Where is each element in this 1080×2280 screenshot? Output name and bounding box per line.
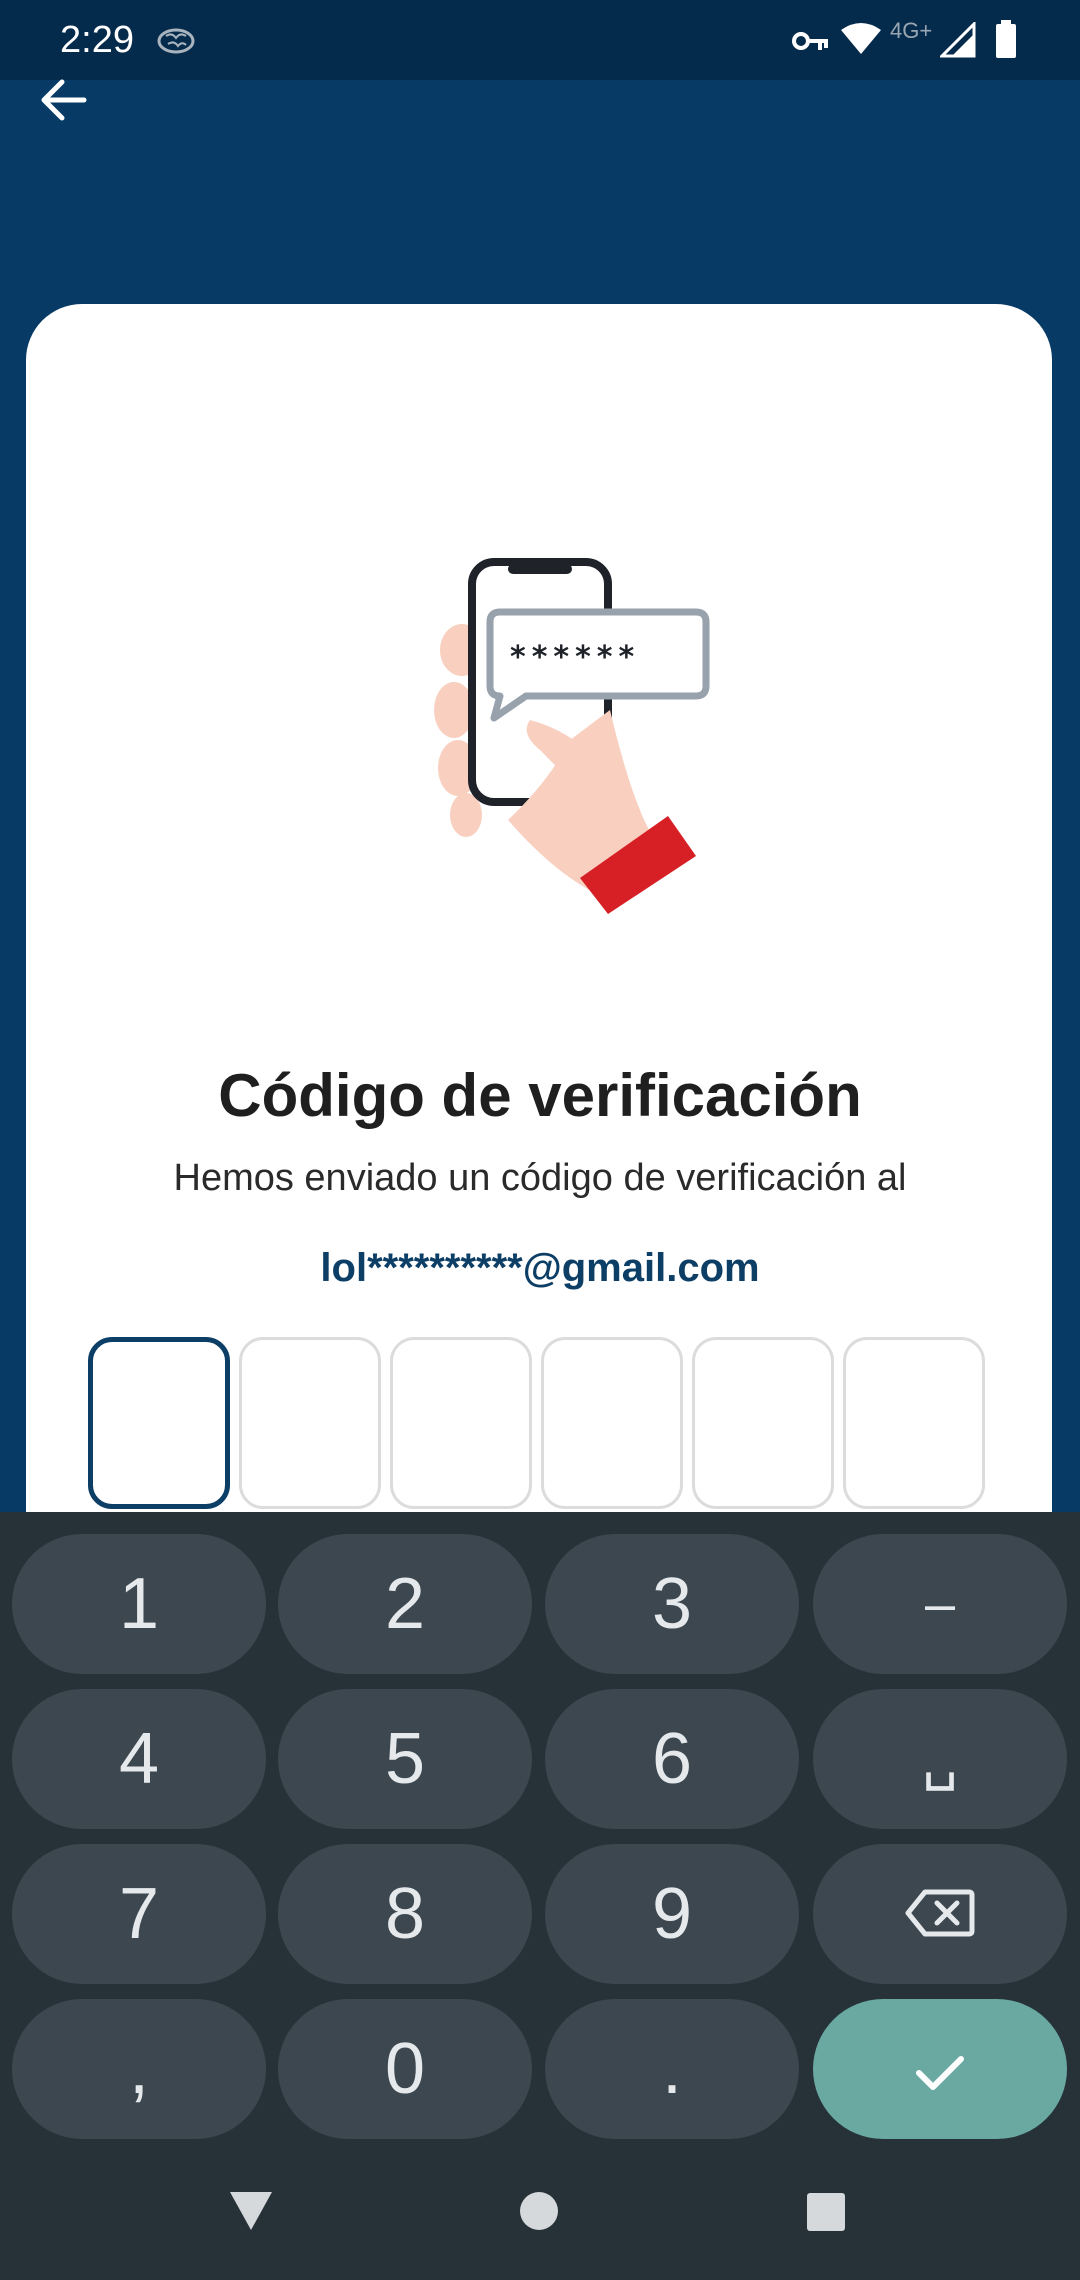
key-period[interactable]: . — [545, 1999, 799, 2139]
code-digit-5[interactable] — [692, 1337, 834, 1509]
nav-home-button[interactable] — [518, 2190, 560, 2237]
nav-back-button[interactable] — [228, 2190, 274, 2237]
system-nav-bar — [0, 2140, 1080, 2280]
wifi-icon — [840, 22, 882, 61]
backspace-key[interactable] — [813, 1844, 1067, 1984]
key-1[interactable]: 1 — [12, 1534, 266, 1674]
key-comma[interactable]: , — [12, 1999, 266, 2139]
back-triangle-icon — [228, 2192, 274, 2236]
enter-key[interactable] — [813, 1999, 1067, 2139]
battery-icon — [994, 20, 1018, 63]
code-digit-1[interactable] — [88, 1337, 230, 1509]
masked-email: lol**********@gmail.com — [320, 1246, 760, 1290]
verification-code-input[interactable] — [88, 1337, 992, 1513]
network-type-label: 4G+ — [890, 18, 933, 43]
signal-icon — [938, 20, 976, 63]
status-time: 2:29 — [60, 19, 134, 61]
key-5[interactable]: 5 — [278, 1689, 532, 1829]
back-button[interactable] — [34, 72, 94, 132]
key-space[interactable]: ␣ — [813, 1689, 1067, 1829]
key-0[interactable]: 0 — [278, 1999, 532, 2139]
code-digit-3[interactable] — [390, 1337, 532, 1509]
key-icon — [792, 28, 830, 59]
code-digit-6[interactable] — [843, 1337, 985, 1509]
key-9[interactable]: 9 — [545, 1844, 799, 1984]
subtitle-text: Hemos enviado un código de verificación … — [173, 1157, 907, 1199]
key-3[interactable]: 3 — [545, 1534, 799, 1674]
key-4[interactable]: 4 — [12, 1689, 266, 1829]
key-2[interactable]: 2 — [278, 1534, 532, 1674]
arrow-left-icon — [40, 78, 88, 127]
check-icon — [915, 2028, 965, 2110]
key-dash[interactable]: – — [813, 1534, 1067, 1674]
recents-square-icon — [806, 2193, 846, 2236]
brain-icon — [156, 26, 196, 61]
page-title: Código de verificación — [218, 1062, 862, 1129]
illustration-mask-text: ****** — [510, 640, 640, 675]
status-bar: 2:29 4G+ — [0, 0, 1080, 80]
home-circle-icon — [518, 2192, 560, 2236]
nav-recents-button[interactable] — [806, 2192, 846, 2237]
key-6[interactable]: 6 — [545, 1689, 799, 1829]
backspace-icon — [905, 1873, 975, 1955]
key-8[interactable]: 8 — [278, 1844, 532, 1984]
phone-verification-illustration: ****** — [400, 520, 720, 925]
code-digit-2[interactable] — [239, 1337, 381, 1509]
key-7[interactable]: 7 — [12, 1844, 266, 1984]
code-digit-4[interactable] — [541, 1337, 683, 1509]
